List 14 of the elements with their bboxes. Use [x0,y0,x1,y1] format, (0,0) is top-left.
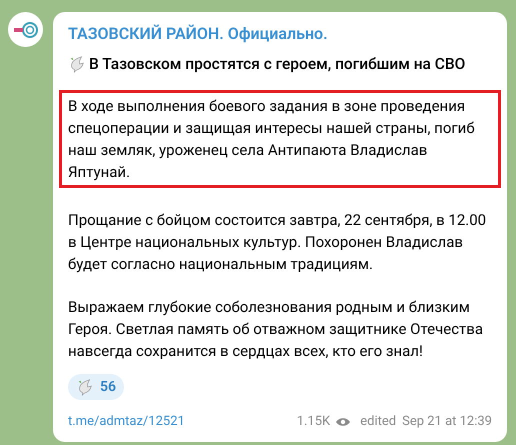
logo-icon [12,20,38,40]
post-paragraph: В ходе выполнения боевого задания в зоне проведения спецоперации и защищая интересы нашей страны, погиб наш земляк, уроженец села Антипаюта Владислав Яптунай. [59,90,501,188]
post-headline: В Тазовском простятся с героем, погибшим на СВО [89,54,466,74]
post-time: Sep 21 at 12:39 [402,413,492,431]
view-count: 1.15K [296,413,330,431]
dove-icon [68,55,86,73]
eye-icon [336,416,350,427]
post-paragraph: Выражаем глубокие соболезнования родным и близким Героя. Светлая память об отважном защитнике Отечества навсегда сохранится в сердцах всех, кто его знал! [68,297,484,362]
post-link[interactable]: t.me/admtaz/12521 [68,412,185,432]
reaction-chip[interactable]: 56 [68,374,124,400]
channel-name[interactable]: ТАЗОВСКИЙ РАЙОН. Официально. [68,24,492,44]
dove-icon [76,378,94,396]
post-paragraph: Прощание с бойцом состоится завтра, 22 сентября, в 12.00 в Центре национальных культур. Похоронен Владислав будет согласно национальным традициям. [68,210,488,275]
edited-label: edited [360,413,396,431]
